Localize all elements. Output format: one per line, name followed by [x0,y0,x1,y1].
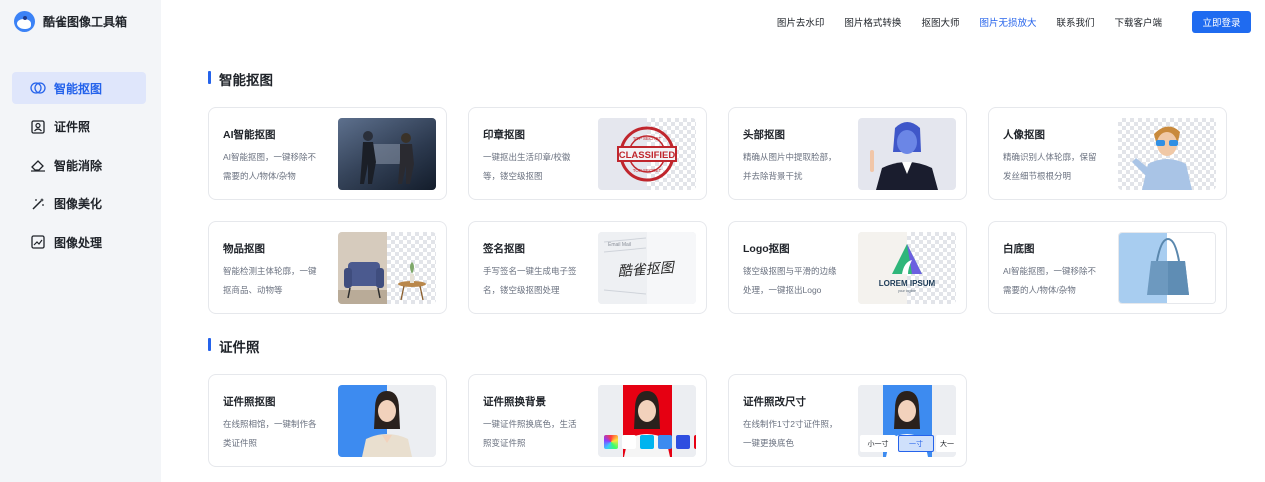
card-thumbnail [338,232,436,304]
tool-card-id-photo-background[interactable]: 证件照换背景 一键证件照换底色，生活照变证件照 [468,374,707,467]
card-title: 签名抠图 [483,243,525,255]
nav-link-lossless-upscale[interactable]: 图片无损放大 [979,15,1036,29]
card-title: 证件照改尺寸 [743,396,806,408]
nav-link-watermark-removal[interactable]: 图片去水印 [777,15,825,29]
size-tab-small-one-inch[interactable]: 小一寸 [860,435,896,452]
swatch-blue[interactable] [658,435,672,449]
tool-card-white-background[interactable]: 白底图 AI智能抠图，一键移除不需要的人/物体/杂物 [988,221,1227,314]
swatch-color-picker[interactable] [604,435,618,449]
magic-wand-icon [30,196,46,212]
card-thumbnail [1118,118,1216,190]
card-thumbnail: 小一寸 一寸 大一 [858,385,956,457]
swatch-dark-blue[interactable] [676,435,690,449]
card-desc: 手写签名一键生成电子签名，镂空级抠图处理 [483,266,577,295]
card-title: 证件照换背景 [483,396,546,408]
card-desc: 在线照相馆，一键制作各类证件照 [223,419,317,448]
sidebar-item-label: 图像美化 [54,197,103,211]
sidebar-item-label: 图像处理 [54,235,103,250]
app-logo[interactable]: 酷雀图像工具箱 [14,11,127,32]
card-desc: 镂空级抠图与平滑的边缘处理，一键抠出Logo [743,266,837,295]
sidebar-item-image-beautify[interactable]: 图像美化 [12,188,146,220]
tool-card-seal-cutout[interactable]: 印章抠图 一键抠出生活印章/校徽等，镂空级抠图 CLASSIFIED TOP S… [468,107,707,200]
signature-paper-text: Email Mail [608,242,631,248]
logo-wordmark: LOREM IPSUM [879,279,936,288]
swatch-red[interactable] [694,435,696,449]
card-thumbnail: Email Mail 酷雀抠图 [598,232,696,304]
card-desc: 精确从图片中提取脸部，并去除背景干扰 [743,152,837,181]
card-thumbnail: CLASSIFIED TOP SECRET TOP SECRET [598,118,696,190]
swatch-white[interactable] [622,435,636,449]
size-tab-large-one-inch[interactable]: 大一 [936,435,956,452]
card-title: 证件照抠图 [223,396,276,408]
tool-card-portrait-cutout[interactable]: 人像抠图 精确识别人体轮廓，保留发丝细节根根分明 [988,107,1227,200]
tool-card-id-photo-resize[interactable]: 证件照改尺寸 在线制作1寸2寸证件照，一键更换底色 小一寸 一寸 大一 [728,374,967,467]
card-desc: AI智能抠图，一键移除不需要的人/物体/杂物 [223,152,317,181]
eraser-icon [30,157,46,173]
card-thumbnail [338,385,436,457]
nav-link-cutout-master[interactable]: 抠图大师 [921,15,959,29]
nav-link-download-client[interactable]: 下载客户端 [1114,15,1162,29]
app-title: 酷雀图像工具箱 [43,15,128,29]
tool-card-logo-cutout[interactable]: Logo抠图 镂空级抠图与平滑的边缘处理，一键抠出Logo LOREM IPSU… [728,221,967,314]
login-button[interactable]: 立即登录 [1192,11,1251,33]
tool-card-head-cutout[interactable]: 头部抠图 精确从图片中提取脸部，并去除背景干扰 [728,107,967,200]
card-thumbnail [338,118,436,190]
seal-text-top: TOP SECRET [633,136,662,141]
size-tab-one-inch[interactable]: 一寸 [898,435,934,452]
card-thumbnail [1118,232,1216,304]
logo-tagline: your tagline [898,289,916,293]
card-title: 白底图 [1003,243,1035,255]
size-tabs: 小一寸 一寸 大一 [860,435,956,452]
signature-text: 酷雀抠图 [617,260,676,280]
card-thumbnail [858,118,956,190]
card-desc: 精确识别人体轮廓，保留发丝细节根根分明 [1003,152,1097,181]
sidebar-item-label: 智能消除 [54,158,103,173]
background-color-swatches [604,435,696,449]
sidebar-item-smart-erase[interactable]: 智能消除 [12,149,146,181]
tool-card-id-photo-cutout[interactable]: 证件照抠图 在线照相馆，一键制作各类证件照 [208,374,447,467]
card-title: 物品抠图 [223,243,265,255]
sidebar-item-smart-cutout[interactable]: 智能抠图 [12,72,146,104]
sidebar-item-image-processing[interactable]: 图像处理 [12,226,146,258]
card-title: 印章抠图 [483,129,525,141]
card-desc: 在线制作1寸2寸证件照，一键更换底色 [743,419,838,448]
bird-logo-icon [14,11,35,32]
top-nav: 图片去水印 图片格式转换 抠图大师 图片无损放大 联系我们 下载客户端 立即登录 [757,11,1251,33]
id-photo-icon [30,119,46,135]
section-title-id-photo: 证件照 [208,336,260,356]
sidebar-item-label: 智能抠图 [54,81,103,96]
tool-card-object-cutout[interactable]: 物品抠图 智能检测主体轮廓，一键抠商品、动物等 [208,221,447,314]
nav-link-format-convert[interactable]: 图片格式转换 [844,15,901,29]
lasso-icon [30,80,46,96]
card-title: AI智能抠图 [223,129,276,141]
nav-link-contact[interactable]: 联系我们 [1056,15,1094,29]
card-thumbnail [598,385,696,457]
tool-card-signature-cutout[interactable]: 签名抠图 手写签名一键生成电子签名，镂空级抠图处理 Email Mail 酷雀抠… [468,221,707,314]
sidebar-item-label: 证件照 [54,120,91,134]
card-thumbnail: LOREM IPSUM your tagline [858,232,956,304]
seal-text-classified: CLASSIFIED [619,150,676,161]
card-desc: AI智能抠图，一键移除不需要的人/物体/杂物 [1003,266,1097,295]
card-title: Logo抠图 [743,243,790,255]
swatch-light-blue[interactable] [640,435,654,449]
section-title-smart-cutout: 智能抠图 [208,69,273,89]
card-desc: 一键抠出生活印章/校徽等，镂空级抠图 [483,152,571,181]
card-title: 头部抠图 [743,129,785,141]
card-desc: 智能检测主体轮廓，一键抠商品、动物等 [223,266,317,295]
seal-text-bottom: TOP SECRET [633,168,662,173]
sidebar: 酷雀图像工具箱 智能抠图 证件照 智能消除 图像美化 图像处理 [0,0,161,482]
card-desc: 一键证件照换底色，生活照变证件照 [483,419,577,448]
card-title: 人像抠图 [1003,129,1045,141]
sidebar-nav: 智能抠图 证件照 智能消除 图像美化 图像处理 [12,72,146,265]
image-icon [30,234,46,250]
sidebar-item-id-photo[interactable]: 证件照 [12,111,146,143]
tool-card-ai-cutout[interactable]: AI智能抠图 AI智能抠图，一键移除不需要的人/物体/杂物 [208,107,447,200]
